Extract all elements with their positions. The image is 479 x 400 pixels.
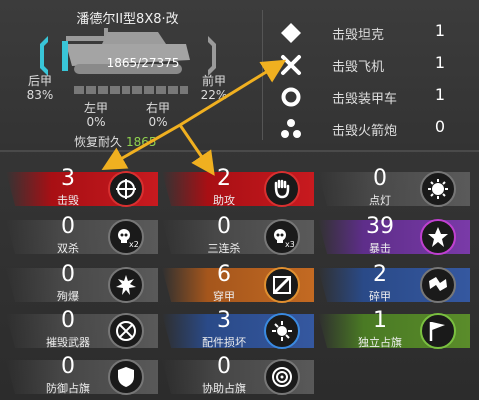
ring-icon: [281, 87, 301, 107]
stat-card-weapon-destroy: 0 摧毁武器: [6, 308, 158, 354]
skull-x3-icon: x3: [264, 219, 300, 255]
tank-name: 潘德尔II型8X8·改: [76, 12, 179, 27]
stat-card-assist: 2 助攻: [162, 166, 314, 212]
stat-value: 0: [217, 214, 231, 239]
stat-value: 6: [217, 262, 231, 287]
stat-card-destroy: 3 击毁: [6, 166, 158, 212]
spotting-icon: [420, 171, 456, 207]
flag-capture-icon: [420, 313, 456, 349]
stat-label: 暴击: [369, 242, 391, 255]
assist-capture-icon: [264, 359, 300, 395]
stat-value: 0: [217, 354, 231, 379]
rear-armor-value: 83%: [26, 88, 54, 102]
stat-label: 殉爆: [57, 290, 79, 303]
stat-card-armor-break: 2 碎甲: [318, 262, 470, 308]
stat-label: 摧毁武器: [46, 336, 90, 349]
stat-value: 0: [61, 308, 75, 333]
stat-label: 助攻: [213, 194, 235, 207]
shield-icon: [108, 359, 144, 395]
stat-value: 3: [217, 308, 231, 333]
stat-value: 0: [61, 214, 75, 239]
stat-card-ammo-rack: 0 殉爆: [6, 262, 158, 308]
tank-silhouette-icon: [66, 28, 190, 74]
explosion-icon: [108, 267, 144, 303]
kill-value: 1: [434, 85, 446, 104]
stat-label: 击毁: [57, 194, 79, 207]
stat-card-solo-capture: 1 独立占旗: [318, 308, 470, 354]
kill-value: 0: [434, 117, 446, 136]
kill-label: 击毁飞机: [332, 60, 385, 75]
stat-label: 双杀: [57, 242, 79, 255]
module-damage-icon: [264, 313, 300, 349]
left-armor-label: 左甲: [83, 101, 108, 115]
stat-value: 0: [61, 262, 75, 287]
stat-card-spotting: 0 点灯: [318, 166, 470, 212]
skull-x2-icon: x2: [108, 219, 144, 255]
svg-text:x2: x2: [129, 240, 138, 249]
horizontal-divider: [0, 150, 479, 152]
repair-label: 恢复耐久: [74, 135, 123, 149]
kill-row-rocket-artillery: 击毁火箭炮 0: [280, 114, 470, 142]
x-cross-icon: [281, 55, 301, 75]
stat-card-critical: 39 暴击: [318, 214, 470, 260]
stat-label: 穿甲: [213, 290, 235, 303]
stat-label: 协助占旗: [202, 382, 246, 395]
stat-label: 配件损坏: [202, 336, 246, 349]
diamond-icon: [281, 23, 301, 43]
tank-hp: 1865/27375: [106, 56, 180, 70]
right-armor-bar: [132, 86, 188, 94]
kill-value: 1: [434, 21, 446, 40]
front-armor-label: 前甲: [201, 74, 226, 88]
stat-value: 3: [61, 166, 75, 191]
kill-label: 击毁火箭炮: [332, 124, 398, 139]
vertical-divider: [262, 10, 263, 140]
critical-hit-icon: [420, 219, 456, 255]
kill-label: 击毁装甲车: [332, 92, 398, 107]
left-armor-bar: [74, 86, 130, 94]
stat-value: 2: [217, 166, 231, 191]
repair-row: 恢复耐久 1865: [74, 133, 157, 150]
triangle-dots-icon: [281, 119, 301, 138]
repair-value: 1865: [126, 135, 157, 149]
kill-row-tank: 击毁坦克 1: [280, 18, 470, 46]
rear-armor-label: 后甲: [27, 74, 52, 88]
weapon-destroy-icon: [108, 313, 144, 349]
right-armor-value: 0%: [148, 115, 168, 129]
front-armor-value: 22%: [200, 88, 228, 102]
stat-card-defend-capture: 0 防御占旗: [6, 354, 158, 400]
kill-value: 1: [434, 53, 446, 72]
stat-card-penetration: 6 穿甲: [162, 262, 314, 308]
kill-row-aircraft: 击毁飞机 1: [280, 50, 470, 78]
stat-card-double-kill: 0 双杀 x2: [6, 214, 158, 260]
stat-label: 三连杀: [207, 242, 241, 255]
left-armor-value: 0%: [86, 115, 106, 129]
stat-value: 0: [373, 166, 387, 191]
stat-label: 点灯: [369, 194, 391, 207]
stat-card-module-damage: 3 配件损坏: [162, 308, 314, 354]
stat-card-assist-capture: 0 协助占旗: [162, 354, 314, 400]
kill-row-armored-car: 击毁装甲车 1: [280, 82, 470, 110]
stat-label: 防御占旗: [46, 382, 90, 395]
stat-label: 碎甲: [369, 290, 391, 303]
target-hit-icon: [108, 171, 144, 207]
stat-value: 2: [373, 262, 387, 287]
stat-value: 39: [366, 214, 394, 239]
stat-label: 独立占旗: [358, 336, 402, 349]
kill-label: 击毁坦克: [332, 28, 385, 43]
stat-card-triple-kill: 0 三连杀 x3: [162, 214, 314, 260]
rear-armor-indicator-icon: [40, 36, 48, 76]
right-armor-label: 右甲: [145, 101, 170, 115]
fist-icon: [264, 171, 300, 207]
rear-armor-bar: [62, 41, 68, 71]
svg-text:x3: x3: [285, 240, 294, 249]
stat-value: 1: [373, 308, 387, 333]
armor-break-icon: [420, 267, 456, 303]
stat-value: 0: [61, 354, 75, 379]
front-armor-indicator-icon: [208, 36, 216, 76]
penetration-icon: [264, 267, 300, 303]
